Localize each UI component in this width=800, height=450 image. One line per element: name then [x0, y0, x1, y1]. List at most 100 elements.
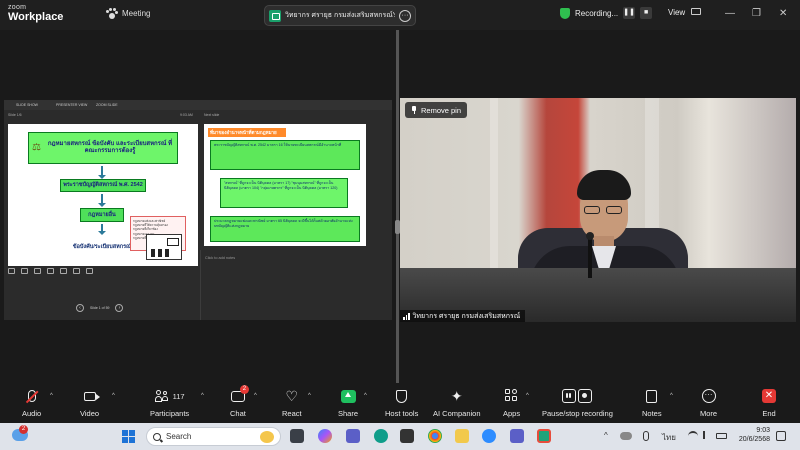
teams-icon[interactable] [346, 429, 360, 443]
notification-bell-icon[interactable] [776, 431, 786, 441]
maximize-button[interactable]: ❐ [752, 8, 761, 19]
react-label: React [282, 409, 302, 418]
more-icon: ··· [701, 389, 716, 403]
pinned-video[interactable] [400, 98, 796, 322]
logo-bottom-text: Workplace [8, 11, 64, 23]
signal-strength-icon [403, 312, 410, 320]
share-options-button[interactable]: ··· [399, 9, 411, 22]
battery-icon[interactable] [716, 433, 727, 439]
apps-label: Apps [503, 409, 521, 418]
notes-icon [646, 389, 658, 403]
audio-button[interactable]: Audio [22, 387, 41, 418]
next-slide: ที่มาของอำนาจหน้าที่ตามกฎหมาย พระราชบัญญ… [204, 124, 366, 246]
taskbar-search[interactable]: Search [146, 427, 281, 446]
stop-recording-button[interactable]: ■ [640, 7, 653, 19]
pause-stop-recording-button[interactable]: Pause/stop recording [542, 387, 613, 418]
participants-count: 117 [172, 391, 185, 401]
cloud-icon[interactable] [620, 432, 632, 440]
notes-options-caret[interactable]: ^ [670, 393, 673, 399]
notes-label: Notes [642, 409, 662, 418]
participants-button[interactable]: 117 Participants [150, 387, 189, 418]
presenter-tab: SLIDE SHOW [16, 103, 38, 107]
share-options-caret[interactable]: ^ [364, 393, 367, 399]
chat-label: Chat [230, 409, 246, 418]
video-options-caret[interactable]: ^ [112, 393, 115, 399]
react-button[interactable]: ♡ React [282, 387, 302, 418]
remove-pin-button[interactable]: Remove pin [405, 102, 468, 118]
recording-label: Recording... [575, 8, 619, 18]
end-meeting-button[interactable]: ✕ End [762, 387, 776, 418]
ai-companion-button[interactable]: ✦ AI Companion [433, 387, 481, 418]
system-clock[interactable]: 9:03 20/6/2568 [730, 426, 770, 445]
tray-overflow-caret[interactable]: ^ [604, 431, 608, 440]
clock-time: 9:03 [756, 427, 770, 434]
logo-top-text: zoom [8, 4, 27, 11]
more-options-icon[interactable] [86, 268, 93, 274]
chrome-icon[interactable] [428, 429, 442, 443]
react-options-caret[interactable]: ^ [308, 393, 311, 399]
clock-date: 20/6/2568 [738, 436, 770, 444]
speaker-notes-area[interactable]: Click to add notes [200, 250, 392, 320]
widget-badge: 2 [19, 425, 28, 434]
pen-icon[interactable] [8, 268, 15, 274]
slide-navigation: ‹ Slide 1 of 59 › [76, 304, 124, 312]
teams-work-icon[interactable] [510, 429, 524, 443]
active-meeting-app-icon[interactable] [537, 429, 551, 443]
share-button[interactable]: Share [338, 387, 358, 418]
audio-options-caret[interactable]: ^ [50, 393, 53, 399]
file-explorer-icon[interactable] [455, 429, 469, 443]
act-section-block: พระราชบัญญัติสหกรณ์ พ.ศ. 2542 มาตรา 16 ใ… [210, 140, 360, 170]
minimize-button[interactable]: — [725, 8, 735, 19]
task-view-icon[interactable] [290, 429, 304, 443]
video-button[interactable]: Video [80, 387, 100, 418]
subtitles-icon[interactable] [47, 268, 54, 274]
chat-options-caret[interactable]: ^ [254, 393, 257, 399]
participants-options-caret[interactable]: ^ [201, 393, 204, 399]
security-shield-icon[interactable] [560, 7, 570, 19]
previous-slide-button[interactable]: ‹ [76, 304, 84, 312]
microphone-tray-icon[interactable] [643, 431, 649, 441]
end-icon: ✕ [762, 389, 776, 403]
sparkle-icon: ✦ [450, 388, 463, 404]
wifi-icon[interactable] [688, 431, 698, 438]
copy-slides-icon[interactable] [21, 268, 28, 274]
video-label: Video [80, 409, 100, 418]
host-tools-button[interactable]: Host tools [385, 387, 418, 418]
windows-start-icon[interactable] [122, 430, 135, 443]
terminal-icon[interactable] [400, 429, 414, 443]
presenter-tab: ZOOM SLIDE [96, 103, 118, 107]
other-law-box: กฎหมายอื่น [80, 208, 124, 222]
pause-recording-button[interactable]: ❚❚ [623, 7, 636, 19]
search-highlight-icon [260, 431, 274, 443]
presenter-clock: 9:03 AM [180, 113, 193, 117]
slide-title-box: ⚖ กฎหมายสหกรณ์ ข้อบังคับ และระเบียบสหกรณ… [28, 132, 178, 164]
next-slide-button[interactable]: › [115, 304, 124, 312]
muted-mic-icon [27, 390, 36, 402]
zoom-app-icon[interactable] [482, 429, 496, 443]
shared-screen[interactable]: SLIDE SHOW PRESENTER VIEW ZOOM SLIDE Sli… [4, 100, 392, 320]
apps-options-caret[interactable]: ^ [526, 393, 529, 399]
screen-share-pill[interactable]: วิทยากร ศรายุธ กรมส่งเสริมสหกรณ์'s s ··· [264, 5, 416, 26]
more-button[interactable]: ··· More [700, 387, 717, 418]
participant-name-tag: วิทยากร ศรายุธ กรมส่งเสริมสหกรณ์ [400, 310, 526, 322]
host-tools-label: Host tools [385, 409, 419, 418]
slide-counter: Slide 1 of 59 [90, 306, 110, 310]
apps-button[interactable]: Apps [503, 387, 520, 418]
speaker-icon[interactable] [703, 431, 711, 439]
split-divider[interactable] [396, 30, 399, 383]
scales-icon: ⚖ [32, 142, 41, 153]
language-indicator[interactable]: ไทย [662, 431, 676, 444]
speaker-notes-placeholder: Click to add notes [205, 256, 236, 260]
close-window-button[interactable]: ✕ [779, 8, 787, 19]
meeting-tab[interactable]: Meeting [106, 8, 150, 19]
presenter-tab: PRESENTER VIEW [56, 103, 88, 107]
chat-button[interactable]: 2 Chat [230, 385, 249, 418]
zoom-icon[interactable] [34, 268, 41, 274]
black-screen-icon[interactable] [60, 268, 67, 274]
edge-icon[interactable] [374, 429, 388, 443]
copilot-icon[interactable] [318, 429, 332, 443]
camera-icon[interactable] [73, 268, 80, 274]
rules-box: ข้อบังคับ/ระเบียบสหกรณ์ [72, 243, 132, 250]
notes-button[interactable]: Notes [642, 387, 662, 418]
view-button[interactable]: View [668, 8, 702, 17]
